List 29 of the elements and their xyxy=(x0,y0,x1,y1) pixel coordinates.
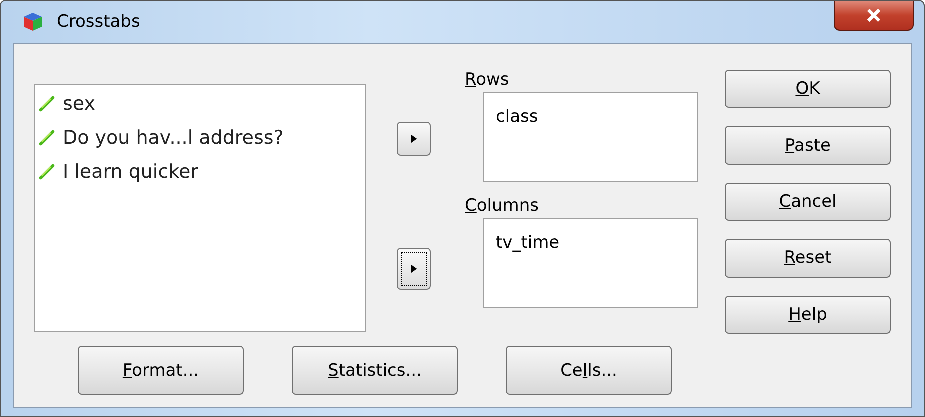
close-button[interactable] xyxy=(834,1,914,31)
close-icon xyxy=(866,9,882,22)
dialog-button[interactable]: Cells... xyxy=(506,346,672,395)
move-button[interactable] xyxy=(397,248,432,290)
cube-icon xyxy=(23,12,43,32)
list-item[interactable]: I learn quicker xyxy=(63,161,198,183)
field-label: Rows xyxy=(465,70,510,92)
window-title: Crosstabs xyxy=(57,12,140,32)
dialog-button[interactable]: Reset xyxy=(725,239,891,278)
dialog-button[interactable]: OK xyxy=(725,70,891,108)
pencil-icon xyxy=(39,130,55,146)
dialog-button[interactable]: Paste xyxy=(725,126,891,165)
move-button[interactable] xyxy=(397,122,432,156)
triangle-icon xyxy=(410,264,418,274)
pencil-icon xyxy=(39,164,55,180)
dialog-button[interactable]: Format... xyxy=(78,346,244,395)
dialog-button[interactable]: Cancel xyxy=(725,182,891,222)
list-item[interactable]: class xyxy=(496,107,538,127)
list-item[interactable]: sex xyxy=(63,93,96,115)
variable-list[interactable]: sex Do you hav...l address? I learn quicker xyxy=(34,84,366,332)
dialog-button[interactable]: Help xyxy=(725,296,891,334)
list-item[interactable]: Do you hav...l address? xyxy=(63,127,284,149)
field-label: Columns xyxy=(465,196,540,218)
pencil-icon xyxy=(39,96,55,112)
triangle-icon xyxy=(410,134,418,144)
dialog-button[interactable]: Statistics... xyxy=(292,346,458,395)
target-list[interactable]: tv_time xyxy=(483,218,698,308)
list-item[interactable]: tv_time xyxy=(496,233,560,253)
target-list[interactable]: class xyxy=(483,92,698,182)
